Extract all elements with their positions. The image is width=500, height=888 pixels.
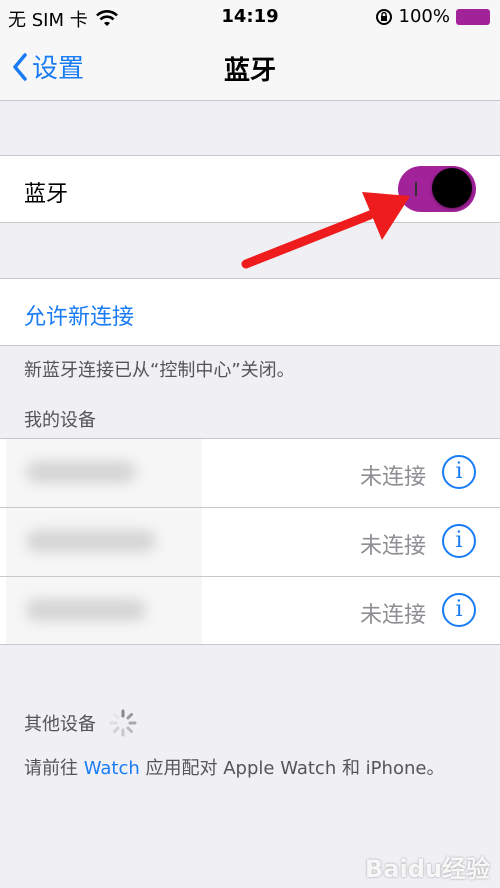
info-icon[interactable]: i: [442, 524, 476, 558]
bluetooth-note: 新蓝牙连接已从“控制中心”关闭。: [24, 360, 295, 381]
other-devices-header-row: 其他设备: [24, 708, 138, 738]
divider: [0, 644, 500, 645]
info-icon[interactable]: i: [442, 593, 476, 627]
allow-new-connections-label[interactable]: 允许新连接: [24, 299, 134, 331]
device-name-blurred: [6, 577, 202, 645]
device-status: 未连接: [359, 465, 426, 490]
device-status: 未连接: [359, 603, 426, 628]
device-row[interactable]: 未连接 i: [0, 508, 500, 576]
device-row[interactable]: 未连接 i: [0, 577, 500, 645]
hint-suffix: 应用配对 Apple Watch 和 iPhone。: [145, 758, 445, 779]
device-status: 未连接: [359, 534, 426, 559]
device-name-blurred: [6, 439, 202, 507]
pairing-hint: 请前往 Watch 应用配对 Apple Watch 和 iPhone。: [24, 754, 444, 780]
other-devices-header: 其他设备: [24, 714, 96, 735]
allow-new-connections-cell[interactable]: 允许新连接: [0, 278, 500, 346]
my-devices-header: 我的设备: [24, 410, 96, 431]
device-row[interactable]: 未连接 i: [0, 439, 500, 507]
baidu-watermark: Baidu经验: [365, 855, 490, 883]
hint-prefix: 请前往: [24, 758, 78, 779]
info-icon[interactable]: i: [442, 455, 476, 489]
device-name-blurred: [6, 508, 202, 576]
watch-app-link[interactable]: Watch: [84, 758, 140, 779]
loading-spinner-icon: [109, 709, 137, 737]
